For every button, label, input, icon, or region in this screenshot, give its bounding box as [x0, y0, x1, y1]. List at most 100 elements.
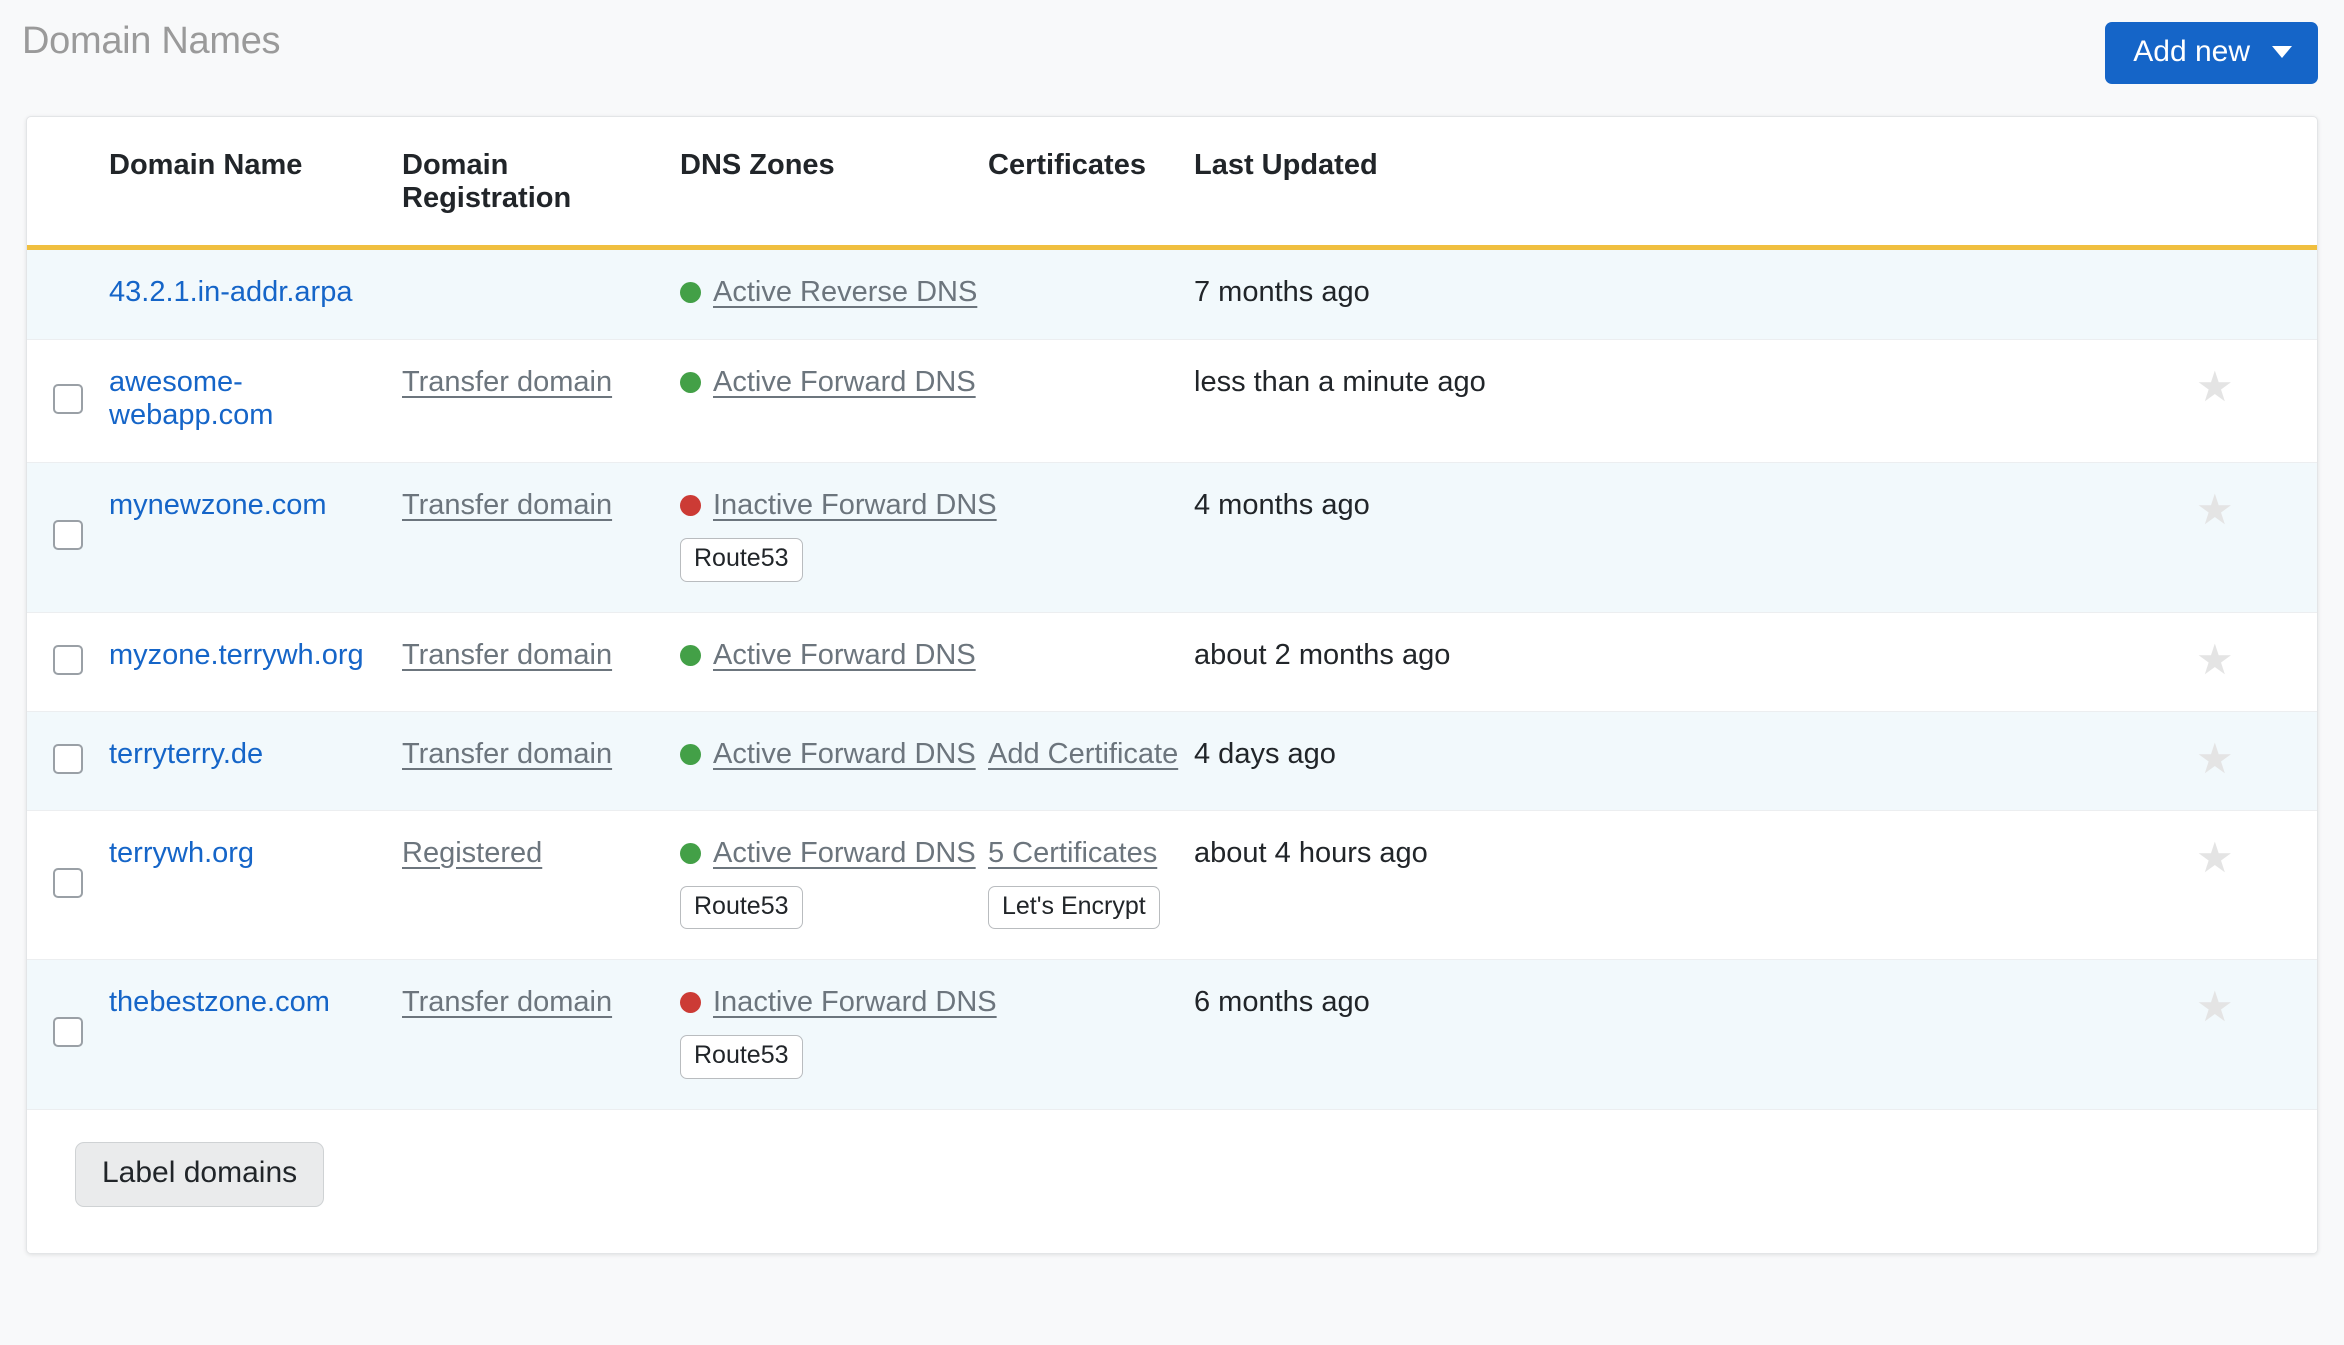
- last-updated-cell: about 2 months ago: [1194, 612, 2194, 712]
- row-select-cell: [27, 247, 109, 340]
- domain-registration-link[interactable]: Transfer domain: [402, 639, 612, 671]
- last-updated-cell: 4 months ago: [1194, 462, 2194, 613]
- row-select-checkbox[interactable]: [53, 1017, 83, 1048]
- domain-name-link[interactable]: mynewzone.com: [109, 489, 327, 521]
- domain-registration-cell: Transfer domain: [402, 462, 680, 613]
- row-select-checkbox[interactable]: [53, 743, 83, 774]
- domain-registration-cell: [402, 247, 680, 340]
- certificate-issuer-badge: Let's Encrypt: [988, 885, 1160, 929]
- domain-name-cell: terrywh.org: [109, 810, 402, 960]
- table-row: myzone.terrywh.org Transfer domain Active …: [27, 612, 2317, 712]
- row-select-checkbox[interactable]: [53, 384, 83, 414]
- certificates-link[interactable]: 5 Certificates: [988, 837, 1157, 869]
- dns-zone-link[interactable]: Inactive Forward DNS: [713, 489, 997, 522]
- domain-registration-cell: Transfer domain: [402, 711, 680, 811]
- domains-table: Domain Name Domain Registration DNS Zone…: [27, 117, 2317, 1110]
- favorite-star-icon[interactable]: ★: [2196, 836, 2317, 879]
- dns-status-line: Active Forward DNS: [680, 366, 988, 399]
- table-row: 43.2.1.in-addr.arpa Active Reverse DNS 7 m…: [27, 247, 2317, 340]
- domain-name-cell: mynewzone.com: [109, 462, 402, 613]
- certificates-cell: [988, 612, 1194, 712]
- favorite-star-icon[interactable]: ★: [2196, 489, 2317, 531]
- dns-zone-link[interactable]: Active Forward DNS: [713, 366, 976, 399]
- domain-name-link[interactable]: awesome-webapp.com: [109, 366, 273, 431]
- table-row: terryterry.de Transfer domain Active Forwa…: [27, 711, 2317, 811]
- favorite-cell: ★: [2194, 339, 2317, 463]
- last-updated-cell: about 4 hours ago: [1194, 810, 2194, 960]
- domain-name-link[interactable]: terrywh.org: [109, 837, 254, 869]
- favorite-star-icon[interactable]: ★: [2196, 986, 2317, 1028]
- certificates-cell: [988, 462, 1194, 613]
- last-updated-cell: 4 days ago: [1194, 711, 2194, 811]
- dns-zone-link[interactable]: Active Reverse DNS: [713, 276, 977, 309]
- favorite-star-icon[interactable]: ★: [2196, 638, 2317, 681]
- domain-name-link[interactable]: myzone.terrywh.org: [109, 639, 364, 671]
- domain-name-cell: thebestzone.com: [109, 959, 402, 1110]
- column-header-certificates: Certificates: [988, 117, 1194, 250]
- domain-registration-cell: Transfer domain: [402, 339, 680, 463]
- domain-name-cell: myzone.terrywh.org: [109, 612, 402, 712]
- row-select-checkbox[interactable]: [53, 644, 83, 675]
- domain-name-cell: 43.2.1.in-addr.arpa: [109, 247, 402, 340]
- row-select-cell: [27, 711, 109, 811]
- certificates-link[interactable]: Add Certificate: [988, 738, 1178, 770]
- dns-zones-cell: Inactive Forward DNS Route53: [680, 959, 997, 1110]
- column-header-dns-zones: DNS Zones: [680, 117, 988, 250]
- dns-zone-link[interactable]: Active Forward DNS: [713, 837, 976, 870]
- status-inactive-icon: [680, 495, 701, 516]
- dns-provider-badge: Route53: [680, 1035, 803, 1079]
- dns-zone-link[interactable]: Active Forward DNS: [713, 639, 976, 672]
- dns-zones-cell: Inactive Forward DNS Route53: [680, 462, 997, 613]
- domain-name-cell: awesome-webapp.com: [109, 339, 402, 463]
- column-header-select: [27, 117, 109, 250]
- dns-status-line: Inactive Forward DNS: [680, 986, 997, 1019]
- column-header-domain-registration: Domain Registration: [402, 117, 680, 250]
- domain-registration-link[interactable]: Registered: [402, 837, 542, 869]
- row-select-cell: [27, 612, 109, 712]
- dns-zones-cell: Active Forward DNS Route53: [680, 810, 988, 960]
- row-select-checkbox[interactable]: [53, 867, 83, 898]
- dns-provider-badge: Route53: [680, 538, 803, 582]
- domain-name-link[interactable]: terryterry.de: [109, 738, 263, 770]
- column-header-last-updated: Last Updated: [1194, 117, 2194, 250]
- page-header: Domain Names Add new: [0, 0, 2344, 100]
- add-new-button[interactable]: Add new: [2105, 22, 2318, 84]
- domains-card: Domain Name Domain Registration DNS Zone…: [26, 116, 2318, 1254]
- table-footer: Label domains: [27, 1109, 2317, 1253]
- domain-name-link[interactable]: 43.2.1.in-addr.arpa: [109, 276, 352, 308]
- row-select-checkbox[interactable]: [53, 520, 83, 551]
- last-updated-cell: less than a minute ago: [1194, 339, 2194, 463]
- domain-registration-link[interactable]: Transfer domain: [402, 489, 612, 521]
- domain-registration-link[interactable]: Transfer domain: [402, 986, 612, 1018]
- domain-registration-link[interactable]: Transfer domain: [402, 738, 612, 770]
- label-domains-button[interactable]: Label domains: [75, 1141, 325, 1207]
- favorite-star-icon[interactable]: ★: [2196, 366, 2317, 408]
- certificates-cell: Add Certificate: [988, 711, 1194, 811]
- add-new-label: Add new: [2133, 35, 2250, 68]
- dns-status-line: Active Forward DNS: [680, 837, 988, 870]
- last-updated-cell: 7 months ago: [1194, 247, 2194, 340]
- row-select-cell: [27, 959, 109, 1110]
- dns-zones-cell: Active Forward DNS: [680, 612, 988, 712]
- dns-zone-link[interactable]: Inactive Forward DNS: [713, 986, 997, 1019]
- column-header-domain-name: Domain Name: [109, 117, 402, 250]
- table-body: 43.2.1.in-addr.arpa Active Reverse DNS 7 m…: [27, 247, 2317, 1110]
- table-row: terrywh.org Registered Active Forward DNS R…: [27, 810, 2317, 960]
- certificates-cell: [988, 339, 1194, 463]
- certificates-cell: [988, 247, 1194, 340]
- status-active-icon: [680, 743, 701, 765]
- domain-name-cell: terryterry.de: [109, 711, 402, 811]
- dns-provider-badge: Route53: [680, 885, 803, 929]
- dns-zones-cell: Active Forward DNS: [680, 339, 988, 463]
- favorite-star-icon[interactable]: ★: [2196, 737, 2317, 780]
- dns-zone-link[interactable]: Active Forward DNS: [713, 738, 976, 771]
- favorite-cell: ★: [2194, 810, 2317, 960]
- favorite-cell: ★: [2194, 462, 2317, 613]
- certificates-cell: 5 Certificates Let's Encrypt: [988, 810, 1194, 960]
- status-active-icon: [680, 842, 701, 864]
- domain-registration-link[interactable]: Transfer domain: [402, 366, 612, 398]
- table-header-row: Domain Name Domain Registration DNS Zone…: [27, 117, 2317, 250]
- domain-name-link[interactable]: thebestzone.com: [109, 986, 330, 1018]
- row-select-cell: [27, 339, 109, 463]
- dns-status-line: Active Forward DNS: [680, 738, 988, 771]
